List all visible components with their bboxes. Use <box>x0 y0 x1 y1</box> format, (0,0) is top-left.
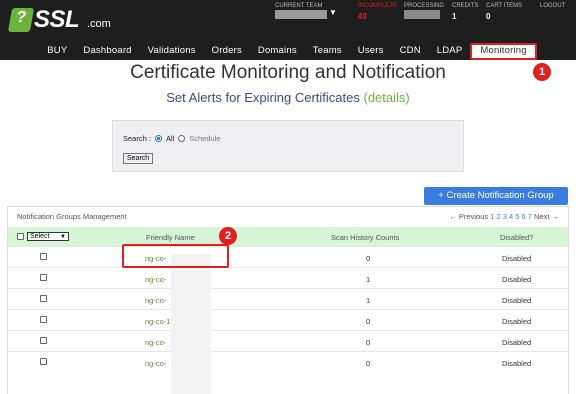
col-friendly-name: Friendly Name <box>146 233 195 242</box>
incomplete-label: INCOMPLETE <box>358 3 398 9</box>
select-all-checkbox[interactable] <box>17 233 24 240</box>
scan-count: 0 <box>366 359 371 368</box>
row-checkbox[interactable] <box>40 295 47 302</box>
radio-schedule-label: Schedule <box>189 134 221 143</box>
disabled-status: Disabled <box>502 296 532 305</box>
processing-value <box>404 10 440 19</box>
pager-next[interactable]: Next → <box>534 212 559 221</box>
friendly-name-highlight <box>122 244 229 268</box>
disabled-status: Disabled <box>502 359 532 368</box>
team-dropdown-arrow-icon[interactable]: ▼ <box>329 8 337 17</box>
nav-ldap[interactable]: LDAP <box>429 43 471 60</box>
current-team-selector[interactable] <box>275 10 327 19</box>
nav-teams[interactable]: Teams <box>305 43 350 60</box>
callout-2: 2 <box>219 227 237 245</box>
nav-monitoring[interactable]: Monitoring <box>470 43 537 60</box>
credits-stat[interactable]: CREDITS 1 <box>452 3 478 21</box>
table-row[interactable]: ng-co- 1 Disabled <box>8 288 568 309</box>
subtitle-text: Set Alerts for Expiring Certificates <box>166 90 360 105</box>
top-header: ? SSL .com CURRENT TEAM ▼ INCOMPLETE 49 … <box>0 0 576 43</box>
panel-title: Notification Groups Management <box>17 212 127 221</box>
details-link[interactable]: (details) <box>364 90 410 105</box>
row-checkbox[interactable] <box>40 274 47 281</box>
nav-validations[interactable]: Validations <box>140 43 204 60</box>
row-checkbox[interactable] <box>40 337 47 344</box>
radio-all-label: All <box>165 134 175 143</box>
credits-value: 1 <box>452 12 457 21</box>
search-label: Search : <box>123 134 151 143</box>
scan-count: 0 <box>366 317 371 326</box>
row-checkbox[interactable] <box>40 358 47 365</box>
table-row[interactable]: ng-co- 0 Disabled <box>8 351 568 372</box>
friendly-name-link[interactable]: ng-co- <box>145 359 166 368</box>
table-row[interactable]: ng-co- 1 Disabled <box>8 267 568 288</box>
friendly-name-link[interactable]: ng-co- <box>145 296 166 305</box>
nav-domains[interactable]: Domains <box>250 43 305 60</box>
friendly-name-link[interactable]: ng-co- <box>145 338 166 347</box>
pager-pages[interactable]: 1 2 3 4 5 6 7 <box>490 212 532 221</box>
ssl-logo[interactable]: ? SSL .com <box>7 6 111 36</box>
logo-text: SSL <box>34 6 80 33</box>
cart-value: 0 <box>486 12 491 21</box>
search-button[interactable]: Search <box>123 153 154 164</box>
processing-label: PROCESSING <box>404 3 445 9</box>
table-row[interactable]: ng-co-1 0 Disabled <box>8 309 568 330</box>
search-panel: Search : All Schedule Search <box>112 120 464 172</box>
redaction-overlay <box>171 254 211 394</box>
nav-buy[interactable]: BUY <box>39 43 75 60</box>
disabled-status: Disabled <box>502 338 532 347</box>
col-scan-history: Scan History Counts <box>331 233 400 242</box>
table-header: Select Friendly Name Scan History Counts… <box>8 227 568 246</box>
cart-label: CART ITEMS <box>486 3 523 9</box>
friendly-name-link[interactable]: ng-co-1 <box>145 317 170 326</box>
panel-header: Notification Groups Management ← Previou… <box>8 207 568 227</box>
page-subtitle: Set Alerts for Expiring Certificates (de… <box>0 90 576 105</box>
radio-all[interactable] <box>154 135 162 142</box>
credits-label: CREDITS <box>452 3 479 9</box>
disabled-status: Disabled <box>502 317 532 326</box>
logout-link[interactable]: LOGOUT <box>540 3 565 9</box>
radio-schedule[interactable] <box>178 135 186 142</box>
scan-count: 0 <box>366 338 371 347</box>
pager-previous[interactable]: ← Previous <box>449 212 488 221</box>
select-dropdown[interactable]: Select <box>27 232 69 241</box>
cart-stat[interactable]: CART ITEMS 0 <box>486 3 522 21</box>
scan-count: 1 <box>366 296 371 305</box>
main-nav: BUY Dashboard Validations Orders Domains… <box>0 43 576 60</box>
incomplete-value: 49 <box>358 12 367 21</box>
search-row: Search : All Schedule <box>123 134 221 143</box>
pagination: ← Previous 1 2 3 4 5 6 7 Next → <box>449 212 559 221</box>
table-row[interactable]: ng-co- 0 Disabled <box>8 330 568 351</box>
disabled-status: Disabled <box>502 254 532 263</box>
incomplete-stat[interactable]: INCOMPLETE 49 <box>358 3 397 21</box>
scan-count: 1 <box>366 275 371 284</box>
notification-groups-panel: Notification Groups Management ← Previou… <box>7 206 569 394</box>
logo-suffix: .com <box>87 18 111 30</box>
page-title: Certificate Monitoring and Notification <box>130 62 446 83</box>
create-notification-group-button[interactable]: + Create Notification Group <box>424 187 568 205</box>
scan-count: 0 <box>366 254 371 263</box>
row-checkbox[interactable] <box>40 316 47 323</box>
logo-mark-icon: ? <box>7 8 35 32</box>
nav-users[interactable]: Users <box>350 43 392 60</box>
friendly-name-link[interactable]: ng-co- <box>145 275 166 284</box>
current-team-label: CURRENT TEAM <box>275 3 323 9</box>
disabled-status: Disabled <box>502 275 532 284</box>
nav-dashboard[interactable]: Dashboard <box>75 43 139 60</box>
row-checkbox[interactable] <box>40 253 47 260</box>
table-row[interactable]: ng-co- 0 Disabled <box>8 246 568 267</box>
nav-orders[interactable]: Orders <box>204 43 250 60</box>
nav-cdn[interactable]: CDN <box>392 43 429 60</box>
col-disabled: Disabled? <box>500 233 534 242</box>
